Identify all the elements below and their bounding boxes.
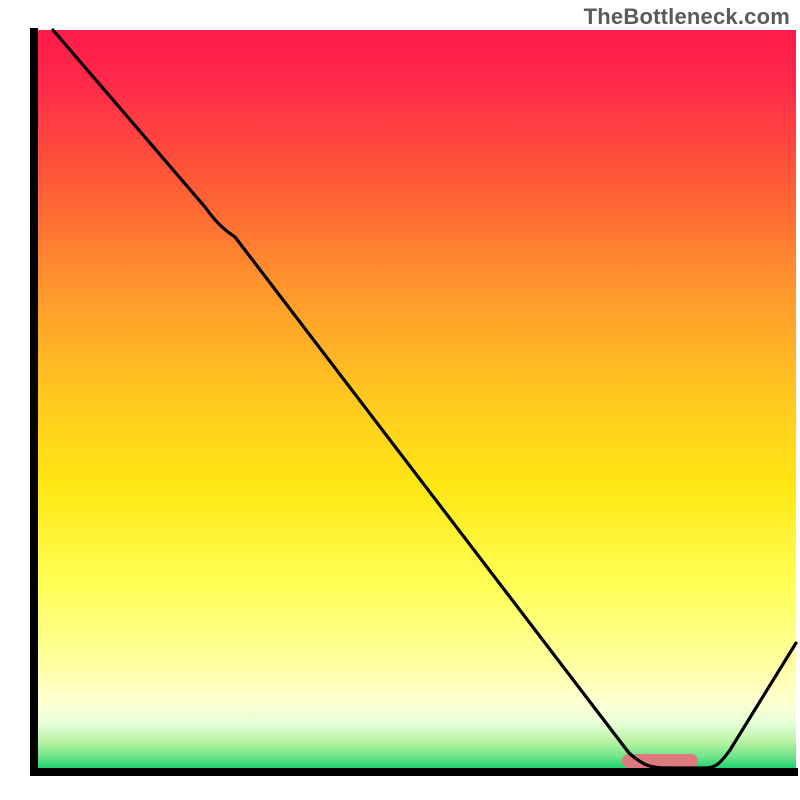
watermark-text: TheBottleneck.com <box>584 4 790 30</box>
plot-background <box>38 30 796 768</box>
y-axis <box>30 28 38 776</box>
chart-container: TheBottleneck.com <box>0 0 800 800</box>
chart-svg <box>0 0 800 800</box>
